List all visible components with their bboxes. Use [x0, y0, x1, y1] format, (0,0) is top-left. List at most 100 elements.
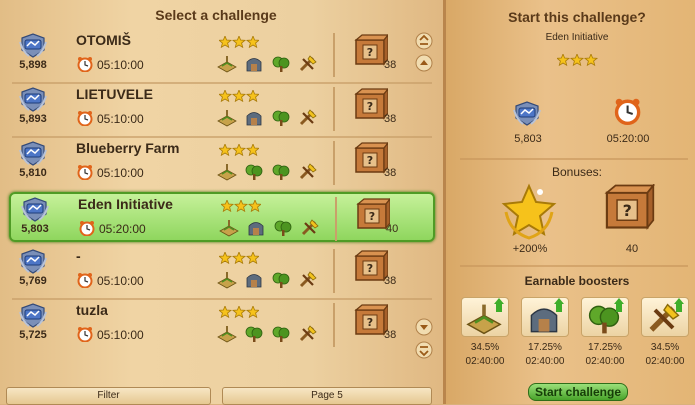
challenge-score: 5,725: [19, 329, 47, 341]
divider: [333, 33, 335, 77]
page-selector[interactable]: Page 5: [222, 387, 432, 405]
challenge-time: 05:10:00: [97, 112, 144, 126]
bonus-percent: +200%: [512, 243, 548, 255]
filter-button[interactable]: Filter: [6, 387, 211, 405]
detail-stars: [557, 54, 598, 66]
booster-icons: [217, 54, 318, 73]
farm-booster-icon: [466, 298, 504, 335]
start-challenge-button[interactable]: Start challenge: [528, 383, 628, 401]
booster-duration: 02:40:00: [465, 356, 505, 367]
scroll-down-button[interactable]: [415, 318, 433, 336]
challenge-row[interactable]: 5,803 Eden Initiative 05:20:00 40: [9, 192, 435, 242]
detail-score: 5,803: [514, 133, 542, 145]
challenge-name: Blueberry Farm: [76, 140, 180, 156]
tree-booster-icon: [588, 298, 624, 335]
alarm-clock-icon: [77, 326, 93, 342]
crate-count: 38: [384, 329, 397, 341]
earnable-booster-card[interactable]: [581, 297, 629, 337]
booster-icons: [217, 108, 318, 127]
scroll-bottom-button[interactable]: [415, 341, 433, 359]
reward-crate-icon: [355, 142, 388, 173]
challenge-row[interactable]: 5,769 - 05:10:00 38: [9, 246, 435, 296]
booster-icons: [217, 324, 318, 343]
challenge-row[interactable]: 5,898 OTOMIŠ 05:10:00 38: [9, 30, 435, 80]
challenge-name: tuzla: [76, 302, 108, 318]
booster-icons: [219, 218, 320, 237]
ranking-badge-icon: [19, 33, 47, 58]
ranking-badge-icon: [19, 303, 47, 328]
booster-icons: [217, 270, 318, 289]
booster-percent: 34.5%: [470, 342, 500, 353]
ranking-badge-icon: [21, 197, 49, 222]
tools-booster-icon: [642, 298, 684, 336]
challenge-score: 5,893: [19, 113, 47, 125]
alarm-clock-icon: [79, 220, 95, 236]
earnable-booster-card[interactable]: [641, 297, 689, 337]
difficulty-stars: [219, 252, 259, 264]
alarm-clock-icon: [77, 110, 93, 126]
challenge-time: 05:10:00: [97, 166, 144, 180]
detail-title: Start this challenge?: [508, 9, 646, 25]
challenge-row[interactable]: 5,725 tuzla 05:10:00 38: [9, 300, 435, 350]
reward-crate-icon: [357, 198, 390, 229]
crate-count: 38: [384, 59, 397, 71]
booster-duration: 02:40:00: [645, 356, 685, 367]
difficulty-stars: [219, 36, 259, 48]
booster-percent: 17.25%: [588, 342, 622, 353]
challenge-row[interactable]: 5,810 Blueberry Farm 05:10:00 38: [9, 138, 435, 188]
challenge-name: Eden Initiative: [78, 196, 173, 212]
challenge-score: 5,898: [19, 59, 47, 71]
challenge-time: 05:10:00: [97, 328, 144, 342]
divider: [460, 158, 688, 160]
challenge-name: -: [76, 248, 81, 264]
earnable-booster-card[interactable]: [461, 297, 509, 337]
booster-duration: 02:40:00: [585, 356, 625, 367]
scroll-top-button[interactable]: [415, 32, 433, 50]
challenge-time: 05:10:00: [97, 58, 144, 72]
bonus-crate-count: 40: [625, 243, 639, 255]
bonus-crate-icon: [605, 184, 655, 229]
barn-booster-icon: [530, 298, 564, 333]
alarm-clock-icon: [77, 164, 93, 180]
alarm-clock-icon: [77, 272, 93, 288]
alarm-clock-icon: [77, 56, 93, 72]
reward-crate-icon: [355, 88, 388, 119]
crate-count: 38: [384, 113, 397, 125]
ranking-badge-icon: [513, 101, 541, 126]
challenge-row[interactable]: 5,893 LIETUVELE 05:10:00 38: [9, 84, 435, 134]
list-title: Select a challenge: [155, 7, 277, 23]
ranking-badge-icon: [19, 141, 47, 166]
difficulty-stars: [221, 200, 261, 212]
page-label: Page 5: [311, 390, 343, 401]
earnable-booster-card[interactable]: [521, 297, 569, 337]
divider: [335, 197, 337, 241]
filter-label: Filter: [97, 390, 120, 401]
boosters-title: Earnable boosters: [524, 274, 630, 288]
alarm-clock-icon: [614, 97, 642, 126]
detail-challenge-name: Eden Initiative: [545, 32, 609, 43]
crate-count: 40: [386, 223, 399, 235]
crate-count: 38: [384, 167, 397, 179]
challenge-score: 5,803: [21, 223, 49, 235]
divider: [333, 87, 335, 131]
reward-crate-icon: [355, 304, 388, 335]
difficulty-stars: [219, 144, 259, 156]
booster-percent: 34.5%: [650, 342, 680, 353]
challenge-time: 05:20:00: [99, 222, 146, 236]
challenge-name: OTOMIŠ: [76, 32, 131, 48]
ranking-badge-icon: [19, 249, 47, 274]
crate-count: 38: [384, 275, 397, 287]
challenge-name: LIETUVELE: [76, 86, 154, 102]
reward-crate-icon: [355, 250, 388, 281]
difficulty-stars: [219, 306, 259, 318]
booster-duration: 02:40:00: [525, 356, 565, 367]
ranking-badge-icon: [19, 87, 47, 112]
booster-icons: [217, 162, 318, 181]
difficulty-stars: [219, 90, 259, 102]
scroll-up-button[interactable]: [415, 54, 433, 72]
booster-percent: 17.25%: [528, 342, 562, 353]
challenge-score: 5,810: [19, 167, 47, 179]
bonuses-title: Bonuses:: [551, 165, 603, 179]
challenge-time: 05:10:00: [97, 274, 144, 288]
gold-star-trophy-icon: [501, 183, 557, 240]
